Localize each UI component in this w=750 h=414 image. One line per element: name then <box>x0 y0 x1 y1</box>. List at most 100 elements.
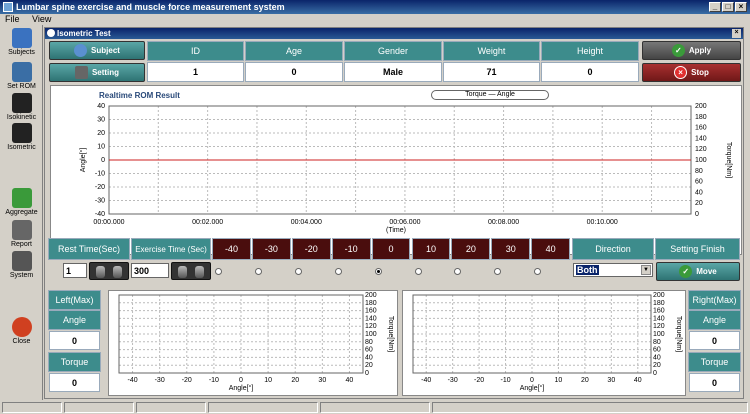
y2-tick-label: 180 <box>365 300 377 307</box>
exercise-time-input[interactable]: 300 <box>131 263 169 278</box>
angle-radio[interactable] <box>294 268 302 275</box>
angle-radio[interactable] <box>534 268 542 275</box>
y-tick-label: 0 <box>101 157 105 164</box>
isokinetic-icon <box>11 93 32 113</box>
angle-radio[interactable] <box>374 268 382 275</box>
y2-tick-label: 0 <box>695 211 699 218</box>
chevron-down-icon: ▼ <box>641 265 651 275</box>
menu-view[interactable]: View <box>27 14 56 24</box>
menu-file[interactable]: File <box>0 14 25 24</box>
apply-button[interactable]: ✓ Apply <box>642 41 741 60</box>
toolbar-isokinetic[interactable]: Isokinetic <box>0 93 43 121</box>
y-tick-label: 10 <box>97 144 105 151</box>
x-tick-label: -40 <box>421 377 431 384</box>
height-value: 0 <box>541 62 639 82</box>
y2-tick-label: 100 <box>695 157 707 164</box>
y2-tick-label: 40 <box>653 354 661 361</box>
x-tick-label: 00:04.000 <box>291 219 322 226</box>
subjects-icon <box>11 28 32 48</box>
status-pane-2 <box>64 402 134 413</box>
setting-button[interactable]: Setting <box>49 63 145 82</box>
stop-button[interactable]: × Stop <box>642 63 741 82</box>
toolbar-report[interactable]: Report <box>0 220 43 248</box>
angle-radio[interactable] <box>215 268 222 275</box>
angle-radio[interactable] <box>334 268 342 275</box>
menubar: File View <box>0 14 750 25</box>
move-button[interactable]: ✓ Move <box>656 262 740 281</box>
x-tick-label: -20 <box>182 377 192 384</box>
toolbar-aggregate[interactable]: Aggregate <box>0 188 43 216</box>
realtime-chart-frame: Realtime ROM Result Torque — Angle 40 30 2… <box>50 85 742 255</box>
isometric-test-window: Isometric Test × Subject Setting ID Age … <box>44 27 744 399</box>
toolbar-subjects[interactable]: Subjects <box>0 28 43 56</box>
y2-tick-label: 200 <box>695 103 707 110</box>
y-tick-label: -20 <box>95 184 105 191</box>
y2-tick-label: 200 <box>365 292 377 299</box>
close-window-button[interactable]: × <box>735 2 747 12</box>
subject-button-label: Subject <box>91 46 120 55</box>
y-tick-label: -40 <box>95 211 105 218</box>
toolbar-isokinetic-label: Isokinetic <box>6 114 37 121</box>
gender-header: Gender <box>344 41 442 61</box>
x-tick-label: 0 <box>530 377 534 384</box>
angle-radio[interactable] <box>454 268 462 275</box>
x-axis-label: (Time) <box>386 227 406 234</box>
x-tick-label: 0 <box>239 377 243 384</box>
tools-icon <box>74 66 88 79</box>
toolbar-close[interactable]: Close <box>0 317 43 345</box>
x-tick-label: 20 <box>581 377 589 384</box>
rest-time-label: Rest Time(Sec) <box>48 238 130 260</box>
toolbar-system[interactable]: System <box>0 251 43 279</box>
direction-select[interactable]: Both ▼ <box>573 263 653 277</box>
x-tick-label: 10 <box>264 377 272 384</box>
exercise-time-label: Exercise Time (Sec) <box>131 238 211 260</box>
app-titlebar: Lumbar spine exercise and muscle force m… <box>0 0 750 14</box>
angle-header: 40 <box>531 238 571 260</box>
y2-tick-label: 120 <box>695 146 707 153</box>
angle-radio[interactable] <box>414 268 422 275</box>
y-tick-label: 20 <box>97 130 105 137</box>
rest-time-input[interactable]: 1 <box>63 263 87 278</box>
angle-radio[interactable] <box>254 268 262 275</box>
y2-tick-label: 180 <box>653 300 665 307</box>
inner-close-button[interactable]: × <box>732 29 741 38</box>
angle-header: -10 <box>331 238 371 260</box>
right-angle-label: Angle <box>688 310 741 330</box>
maximize-button[interactable]: □ <box>722 2 734 12</box>
x-tick-label: -40 <box>127 377 137 384</box>
toolbar-set-rom[interactable]: Set ROM <box>0 62 43 90</box>
left-torque-value: 0 <box>49 373 100 392</box>
toolbar-isometric[interactable]: Isometric <box>0 123 43 151</box>
rest-time-spinner[interactable] <box>89 262 129 280</box>
subject-button[interactable]: Subject <box>49 41 145 60</box>
angle-header: -20 <box>291 238 331 260</box>
right-torque-value: 0 <box>689 373 740 392</box>
toolbar-subjects-label: Subjects <box>8 49 35 56</box>
y2-tick-label: 0 <box>365 370 369 377</box>
right-max-title: Right(Max) <box>688 290 741 310</box>
x-tick-label: 40 <box>346 377 354 384</box>
status-pane-4 <box>208 402 318 413</box>
minimize-button[interactable]: _ <box>709 2 721 12</box>
id-header: ID <box>147 41 244 61</box>
inner-title: Isometric Test <box>57 29 111 38</box>
app-icon <box>3 2 13 12</box>
exercise-time-spinner[interactable] <box>171 262 211 280</box>
left-torque-label: Torque <box>48 352 101 372</box>
set-rom-icon <box>11 62 32 82</box>
left-toolbar: Subjects Set ROM Isokinetic Isometric Ag… <box>0 25 43 400</box>
person-icon <box>74 44 88 57</box>
y-tick-label: -10 <box>95 171 105 178</box>
y2-tick-label: 120 <box>653 323 665 330</box>
angle-header: -30 <box>251 238 291 260</box>
stop-icon: × <box>674 66 688 79</box>
report-icon <box>11 220 32 240</box>
y2-tick-label: 140 <box>365 315 377 322</box>
y2-tick-label: 80 <box>653 339 661 346</box>
weight-header: Weight <box>443 41 540 61</box>
x-axis-label: Angle[°] <box>520 384 545 392</box>
angle-radio[interactable] <box>494 268 502 275</box>
y2-tick-label: 200 <box>653 292 665 299</box>
toolbar-isometric-label: Isometric <box>7 144 36 151</box>
y2-tick-label: 60 <box>365 347 373 354</box>
